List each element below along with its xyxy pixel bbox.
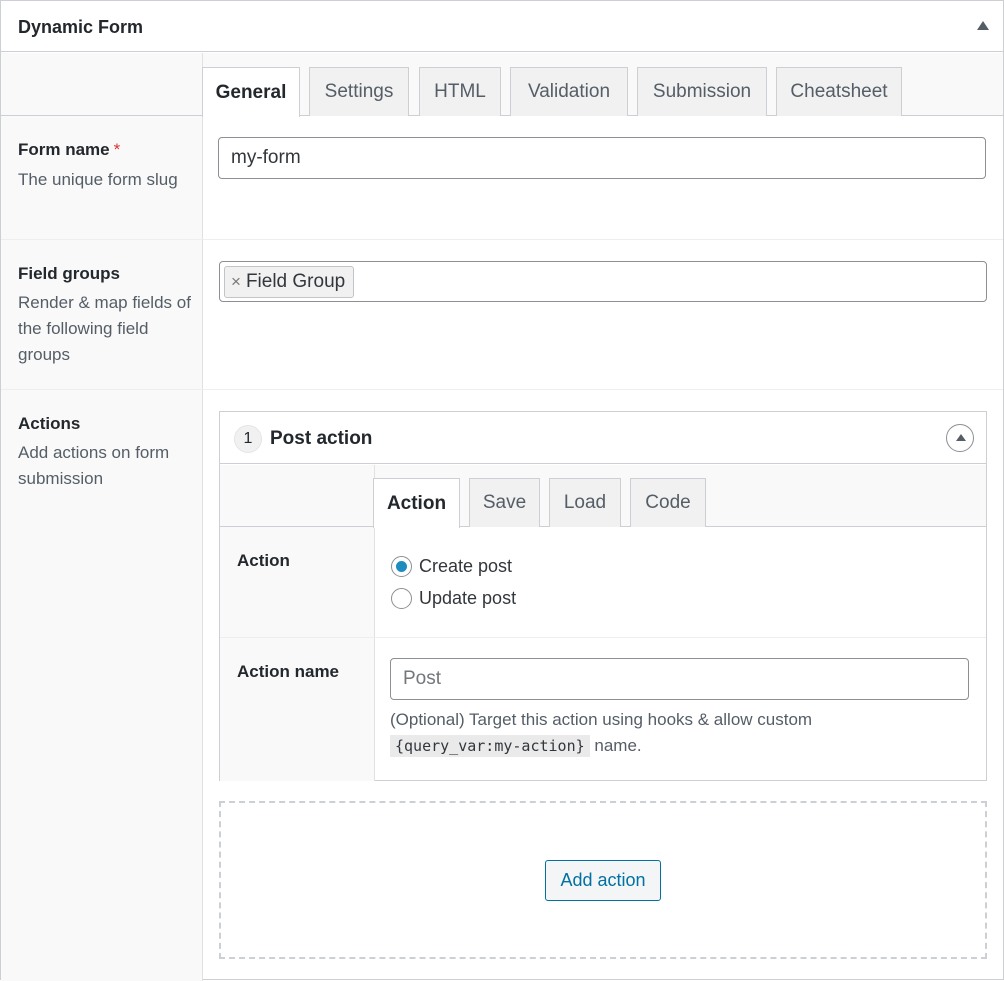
form-name-input[interactable] [218, 137, 986, 179]
field-groups-select[interactable]: × Field Group [219, 261, 987, 302]
radio-create-post[interactable]: Create post [391, 556, 512, 577]
collapse-layout-icon[interactable] [946, 424, 974, 452]
query-var-code: {query_var:my-action} [390, 735, 590, 757]
tab-save[interactable]: Save [469, 478, 540, 527]
tab-html[interactable]: HTML [419, 67, 501, 116]
add-action-dropzone: Add action [219, 801, 987, 959]
layout-title: Post action [270, 428, 373, 449]
add-action-button[interactable]: Add action [545, 860, 661, 901]
radio-update-post[interactable]: Update post [391, 588, 516, 609]
remove-icon[interactable]: × [231, 272, 241, 292]
post-action-layout: 1 Post action Action Save Load Code Acti… [219, 411, 987, 781]
tab-cheatsheet[interactable]: Cheatsheet [776, 67, 902, 116]
field-groups-label: Field groups [18, 264, 120, 283]
tab-load[interactable]: Load [549, 478, 621, 527]
tab-submission[interactable]: Submission [637, 67, 767, 116]
radio-checked-icon [391, 556, 412, 577]
form-name-label: Form name * [18, 140, 121, 159]
action-row: Action Create post Update post [220, 528, 986, 638]
action-tabs: Action Save Load Code [220, 465, 986, 528]
radio-unchecked-icon [391, 588, 412, 609]
tab-action[interactable]: Action [373, 478, 460, 528]
required-marker: * [113, 140, 121, 159]
form-name-description: The unique form slug [18, 170, 178, 189]
form-name-row: Form name * The unique form slug [1, 117, 1003, 240]
actions-label: Actions [18, 414, 81, 433]
action-name-help: (Optional) Target this action using hook… [390, 710, 813, 757]
layout-handle[interactable]: 1 Post action [220, 412, 986, 464]
form-tabs: General Settings HTML Validation Submiss… [1, 53, 1003, 117]
chip-label: Field Group [245, 271, 346, 292]
panel-title: Dynamic Form [18, 17, 144, 37]
dynamic-form-panel: Dynamic Form General Settings HTML Valid… [0, 0, 1004, 981]
tab-settings[interactable]: Settings [309, 67, 409, 116]
tab-general[interactable]: General [202, 67, 300, 117]
tab-code[interactable]: Code [630, 478, 706, 527]
field-group-chip: × Field Group [224, 266, 355, 298]
field-groups-description: Render & map fields of the following fie… [18, 293, 191, 364]
panel-header: Dynamic Form [1, 1, 1003, 52]
tab-validation[interactable]: Validation [510, 67, 628, 116]
collapse-arrow-icon[interactable] [977, 21, 989, 30]
action-label: Action [237, 551, 290, 570]
action-name-input[interactable] [390, 658, 969, 700]
action-name-label: Action name [237, 662, 340, 681]
layout-order-badge: 1 [234, 425, 262, 453]
actions-description: Add actions on form submission [18, 443, 170, 488]
